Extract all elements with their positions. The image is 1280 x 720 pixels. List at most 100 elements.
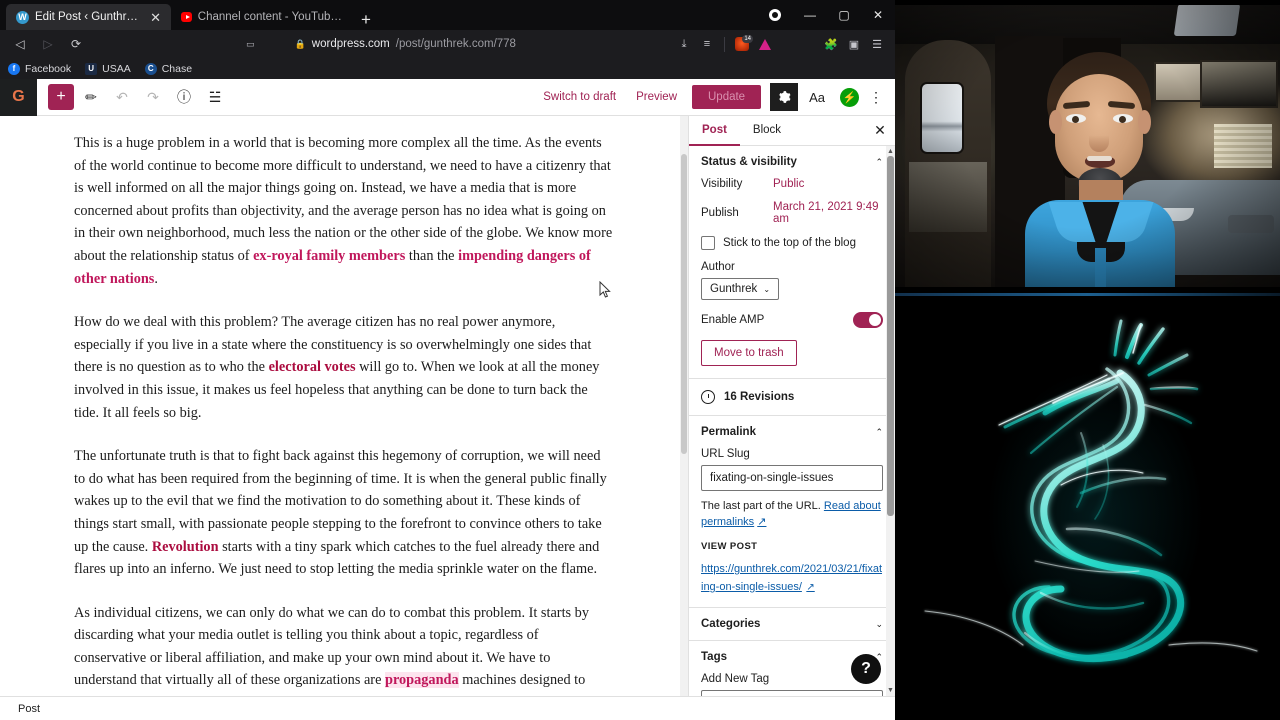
scroll-up-arrow-icon[interactable]: ▲ bbox=[887, 148, 894, 155]
reading-list-icon[interactable]: ≡ bbox=[697, 34, 717, 54]
post-paragraph[interactable]: The unfortunate truth is that to fight b… bbox=[74, 445, 614, 581]
shield-badge-count: 14 bbox=[742, 35, 753, 43]
canvas-scroll-thumb[interactable] bbox=[681, 154, 687, 454]
browser-window: Edit Post ‹ Gunthrek Media — W ✕ Channel… bbox=[0, 0, 895, 720]
sticky-row[interactable]: Stick to the top of the blog bbox=[701, 236, 883, 250]
canvas-scrollbar[interactable] bbox=[680, 116, 688, 696]
close-icon[interactable]: ✕ bbox=[865, 116, 895, 145]
post-paragraph[interactable]: This is a huge problem in a world that i… bbox=[74, 132, 614, 290]
bookmark-label: USAA bbox=[102, 62, 131, 75]
reload-icon[interactable]: ⟳ bbox=[64, 33, 88, 55]
visibility-value[interactable]: Public bbox=[773, 178, 804, 190]
highlighted-phrase[interactable]: Revolution bbox=[152, 539, 219, 555]
gear-icon[interactable] bbox=[770, 83, 799, 111]
address-bar[interactable]: ▭ 🔒 wordpress.com/post/gunthrek.com/778 bbox=[96, 34, 666, 55]
highlighted-phrase[interactable]: ex-royal family members bbox=[253, 248, 405, 264]
wordpress-editor: G + ✏ ↶ ↷ ⓘ ☱ Switch to draft Preview Up… bbox=[0, 79, 895, 720]
move-to-trash-button[interactable]: Move to trash bbox=[701, 340, 797, 366]
brave-shields-icon[interactable]: 14 bbox=[732, 34, 753, 54]
panel-status-visibility: Status & visibility ⌃ Visibility Public … bbox=[689, 146, 895, 379]
paragraph-text: This is a huge problem in a world that i… bbox=[74, 135, 613, 264]
sync-icon[interactable] bbox=[755, 34, 775, 54]
panel-header[interactable]: Categories ⌄ bbox=[689, 608, 895, 640]
tab-post[interactable]: Post bbox=[689, 116, 740, 146]
extensions-icon[interactable]: 🧩 bbox=[821, 34, 841, 54]
switch-to-draft-button[interactable]: Switch to draft bbox=[534, 86, 625, 108]
highlighted-phrase[interactable]: electoral votes bbox=[269, 359, 356, 375]
browser-tab-active[interactable]: Edit Post ‹ Gunthrek Media — W ✕ bbox=[6, 4, 171, 30]
new-tab-button[interactable]: + bbox=[351, 11, 381, 30]
amp-row: Enable AMP bbox=[701, 312, 883, 328]
brave-rewards-icon[interactable] bbox=[769, 9, 781, 21]
add-block-button[interactable]: + bbox=[48, 84, 74, 110]
back-icon[interactable]: ◁ bbox=[8, 33, 32, 55]
revisions-row[interactable]: 16 Revisions bbox=[689, 379, 895, 416]
redo-arrow-icon[interactable]: ↷ bbox=[139, 83, 167, 111]
bookmark-usaa[interactable]: U USAA bbox=[85, 62, 131, 75]
jetpack-icon[interactable]: ⚡ bbox=[840, 87, 859, 107]
author-select[interactable]: Gunthrek ⌄ bbox=[701, 278, 780, 300]
panel-title: Categories bbox=[701, 618, 761, 630]
update-button[interactable]: Update bbox=[692, 85, 762, 109]
download-icon[interactable]: ⤓ bbox=[674, 34, 694, 54]
amp-label: Enable AMP bbox=[701, 314, 765, 326]
bookmark-label: Facebook bbox=[25, 62, 72, 75]
undo-arrow-icon[interactable]: ↶ bbox=[108, 83, 136, 111]
video-overlay-panel bbox=[895, 0, 1280, 720]
settings-sidebar: Post Block ✕ Status & visibility ⌃ Visib… bbox=[688, 116, 895, 696]
tag-input-wrap[interactable] bbox=[701, 690, 883, 696]
help-button[interactable]: ? bbox=[851, 654, 881, 684]
breadcrumb-label[interactable]: Post bbox=[18, 703, 40, 715]
preview-button[interactable]: Preview bbox=[627, 86, 686, 108]
url-slug-input[interactable] bbox=[701, 465, 883, 491]
close-button[interactable]: ✕ bbox=[861, 0, 895, 30]
view-post-link[interactable]: https://gunthrek.com/2021/03/21/fixating… bbox=[701, 563, 882, 593]
post-paragraph[interactable]: As individual citizens, we can only do w… bbox=[74, 602, 614, 696]
sidebar-scrollbar[interactable]: ▲ ▼ bbox=[886, 146, 895, 696]
highlighted-phrase[interactable]: propaganda bbox=[385, 672, 459, 689]
post-content[interactable]: This is a huge problem in a world that i… bbox=[64, 132, 624, 696]
panel-title: Status & visibility bbox=[701, 156, 797, 168]
browser-toolbar-icons: ⤓ ≡ 14 🧩 ▣ ☰ bbox=[674, 34, 887, 54]
chase-icon: C bbox=[144, 62, 157, 75]
bookmark-facebook[interactable]: f Facebook bbox=[8, 62, 72, 75]
scroll-down-arrow-icon[interactable]: ▼ bbox=[887, 687, 894, 694]
usaa-icon: U bbox=[85, 62, 98, 75]
sidebar-scroll-area[interactable]: Status & visibility ⌃ Visibility Public … bbox=[689, 146, 895, 696]
vignette bbox=[895, 0, 1280, 293]
kebab-menu-icon[interactable]: ⋮ bbox=[865, 84, 887, 110]
view-post-label: VIEW POST bbox=[701, 541, 758, 552]
tab-title: Channel content - YouTube Studio bbox=[197, 11, 343, 23]
browser-tab-youtube[interactable]: Channel content - YouTube Studio bbox=[171, 4, 351, 30]
add-tag-input[interactable] bbox=[701, 690, 883, 696]
sidebar-scroll-thumb[interactable] bbox=[887, 156, 894, 516]
typography-button[interactable]: Aa bbox=[800, 90, 834, 105]
amp-toggle[interactable] bbox=[853, 312, 883, 328]
editor-canvas[interactable]: This is a huge problem in a world that i… bbox=[0, 116, 688, 696]
tab-block[interactable]: Block bbox=[740, 116, 794, 146]
external-link-icon: ↗ bbox=[806, 582, 815, 593]
bookmark-chase[interactable]: C Chase bbox=[144, 62, 192, 75]
minimize-button[interactable]: — bbox=[793, 0, 827, 30]
site-logo[interactable]: G bbox=[0, 79, 37, 116]
panel-header[interactable]: Status & visibility ⌃ bbox=[689, 146, 895, 178]
sticky-checkbox[interactable] bbox=[701, 236, 715, 250]
helper-text: The last part of the URL. bbox=[701, 500, 824, 512]
publish-value[interactable]: March 21, 2021 9:49 am bbox=[773, 201, 883, 225]
list-view-icon[interactable]: ☱ bbox=[201, 83, 229, 111]
chevron-up-icon[interactable]: ⌃ bbox=[875, 427, 883, 438]
menu-icon[interactable]: ☰ bbox=[867, 34, 887, 54]
wallet-icon[interactable]: ▣ bbox=[844, 34, 864, 54]
bookmark-icon[interactable]: ▭ bbox=[246, 39, 255, 50]
close-icon[interactable]: ✕ bbox=[148, 11, 163, 24]
maximize-button[interactable]: ▢ bbox=[827, 0, 861, 30]
info-circle-icon[interactable]: ⓘ bbox=[170, 83, 198, 111]
chevron-down-icon[interactable]: ⌄ bbox=[875, 619, 883, 630]
panel-categories: Categories ⌄ bbox=[689, 608, 895, 641]
post-paragraph[interactable]: How do we deal with this problem? The av… bbox=[74, 311, 614, 424]
chevron-up-icon[interactable]: ⌃ bbox=[875, 157, 883, 168]
panel-header[interactable]: Permalink ⌃ bbox=[689, 416, 895, 448]
forward-icon[interactable]: ▷ bbox=[36, 33, 60, 55]
pencil-icon[interactable]: ✏ bbox=[77, 83, 105, 111]
panel-title: Tags bbox=[701, 651, 727, 663]
